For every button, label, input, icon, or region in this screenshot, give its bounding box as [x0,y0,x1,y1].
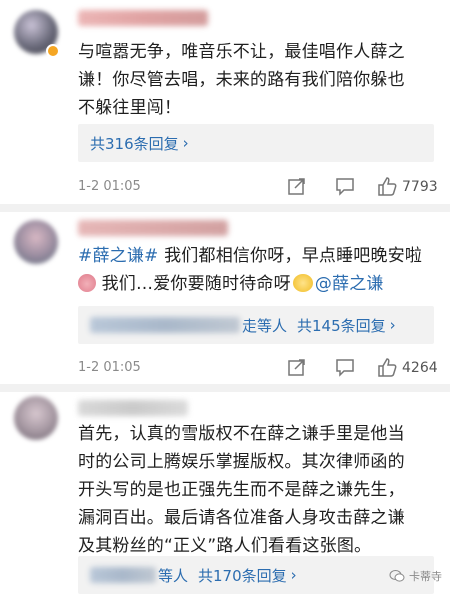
timestamp: 1-2 01:05 [78,179,141,194]
reply-summary-box[interactable]: 共316条回复 › [78,124,434,162]
comment-body: 首先，认真的雪版权不在薛之谦手里是他当 时的公司上腾娱乐掌握版权。其次律师函的 … [78,424,405,556]
topic-hashtag[interactable]: #薛之谦# [78,246,159,266]
pig-emoji-icon [78,274,96,292]
divider [0,204,450,212]
comment-meta: 1-2 01:05 4264 [78,356,438,380]
mention-link[interactable]: @薛之谦 [315,274,384,294]
comment-icon[interactable] [334,356,356,378]
reply-names-suffix[interactable]: 走等人 [242,315,287,336]
glasses-emoji-icon [292,274,313,292]
timestamp: 1-2 01:05 [78,360,141,375]
share-icon[interactable] [286,356,308,378]
thumbs-up-icon[interactable] [376,175,398,197]
comment-body: 与喧嚣无争，唯音乐不让，最佳唱作人薛之 谦！你尽管去唱，未来的路有我们陪你躲也 … [78,42,405,118]
comment-icon[interactable] [334,175,356,197]
reply-count-link[interactable]: 共316条回复 [90,133,179,154]
reply-summary-box[interactable]: 等人 共170条回复 › [78,556,434,594]
wechat-icon [389,570,405,582]
reply-names-blurred [90,317,240,333]
chevron-right-icon: › [290,566,297,584]
verified-badge-icon [46,44,60,58]
reply-names-blurred [90,567,156,583]
username-blurred[interactable] [78,400,188,416]
reply-names-suffix[interactable]: 等人 [158,565,188,586]
watermark: 卡蒂寺 [389,568,442,584]
share-icon[interactable] [286,175,308,197]
username-blurred[interactable] [78,10,208,26]
divider [0,384,450,392]
watermark-text: 卡蒂寺 [409,570,442,583]
comment-body: #薛之谦# 我们都相信你呀，早点睡吧晚安啦 我们…爱你要随时待命呀 @薛之谦 [78,246,423,294]
avatar[interactable] [14,396,58,440]
like-count: 4264 [402,360,438,376]
reply-summary-box[interactable]: 走等人 共145条回复 › [78,306,434,344]
username-blurred[interactable] [78,220,228,236]
comment-meta: 1-2 01:05 7793 [78,175,438,199]
reply-count-link[interactable]: 共170条回复 [198,565,287,586]
reply-count-link[interactable]: 共145条回复 [297,315,386,336]
thumbs-up-icon[interactable] [376,356,398,378]
like-count: 7793 [402,179,438,195]
chevron-right-icon: › [182,134,189,152]
chevron-right-icon: › [389,316,396,334]
avatar[interactable] [14,220,58,264]
